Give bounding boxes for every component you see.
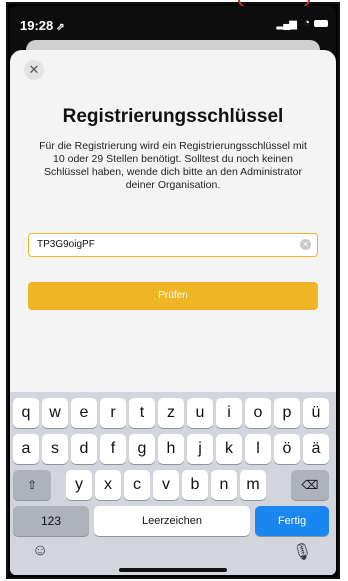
key[interactable]: n [211, 470, 237, 500]
key[interactable]: k [216, 434, 242, 464]
space-key[interactable]: Leerzeichen [94, 506, 250, 536]
key[interactable]: u [187, 398, 213, 428]
close-button[interactable]: ✕ [24, 60, 44, 80]
key[interactable]: j [187, 434, 213, 464]
phone-screen: 19:28 ⇗ ▂▄▆ ◔ ✕ Registrierungsschlüssel F… [10, 6, 336, 575]
status-bar: 19:28 ⇗ ▂▄▆ ◔ [10, 6, 336, 40]
keyboard-row-4: 123 Leerzeichen Fertig [10, 506, 336, 536]
shift-key[interactable]: ⇧ [13, 470, 51, 500]
key[interactable]: w [42, 398, 68, 428]
dialog-title: Registrierungsschlüssel [62, 106, 284, 127]
key[interactable]: y [66, 470, 92, 500]
wifi-icon: ◔ [303, 17, 310, 29]
key[interactable]: v [153, 470, 179, 500]
check-button[interactable]: Prüfen [28, 282, 318, 310]
key[interactable]: i [216, 398, 242, 428]
key[interactable]: r [100, 398, 126, 428]
key[interactable]: a [13, 434, 39, 464]
key[interactable]: m [240, 470, 266, 500]
location-icon: ⇗ [56, 22, 65, 33]
keyboard-row-2: a s d f g h j k l ö ä [10, 434, 336, 464]
registration-key-value: TP3G9oigPF [37, 239, 95, 250]
dialog-description: Für die Registrierung wird ein Registrie… [39, 140, 307, 191]
backspace-key[interactable]: ⌫ [291, 470, 329, 500]
key[interactable]: q [13, 398, 39, 428]
key[interactable]: ö [274, 434, 300, 464]
key[interactable]: p [274, 398, 300, 428]
key[interactable]: o [245, 398, 271, 428]
keyboard-row-3: ⇧ y x c v b n m ⌫ [10, 470, 336, 500]
keyboard-row-1: q w e r t z u i o p ü [10, 398, 336, 428]
home-indicator [119, 568, 227, 572]
registration-dialog: ✕ Registrierungsschlüssel Für die Regist… [10, 50, 336, 575]
key[interactable]: ä [303, 434, 329, 464]
key[interactable]: f [100, 434, 126, 464]
key[interactable]: g [129, 434, 155, 464]
key[interactable]: h [158, 434, 184, 464]
microphone-icon[interactable]: 🎙 [292, 542, 312, 562]
keyboard: q w e r t z u i o p ü a s d f g h j k l … [10, 392, 336, 575]
key[interactable]: s [42, 434, 68, 464]
emoji-icon[interactable]: ☺ [32, 542, 48, 560]
key[interactable]: c [124, 470, 150, 500]
done-key[interactable]: Fertig [255, 506, 329, 536]
key[interactable]: ü [303, 398, 329, 428]
status-time: 19:28 ⇗ [20, 18, 65, 33]
key[interactable]: x [95, 470, 121, 500]
clear-icon[interactable]: ✕ [300, 239, 311, 250]
numbers-key[interactable]: 123 [13, 506, 89, 536]
key[interactable]: z [158, 398, 184, 428]
battery-icon [314, 20, 328, 27]
key[interactable]: l [245, 434, 271, 464]
key[interactable]: t [129, 398, 155, 428]
key[interactable]: b [182, 470, 208, 500]
signal-icon: ▂▄▆ [276, 19, 297, 30]
key[interactable]: e [71, 398, 97, 428]
key[interactable]: d [71, 434, 97, 464]
registration-key-input[interactable]: TP3G9oigPF ✕ [28, 233, 318, 257]
